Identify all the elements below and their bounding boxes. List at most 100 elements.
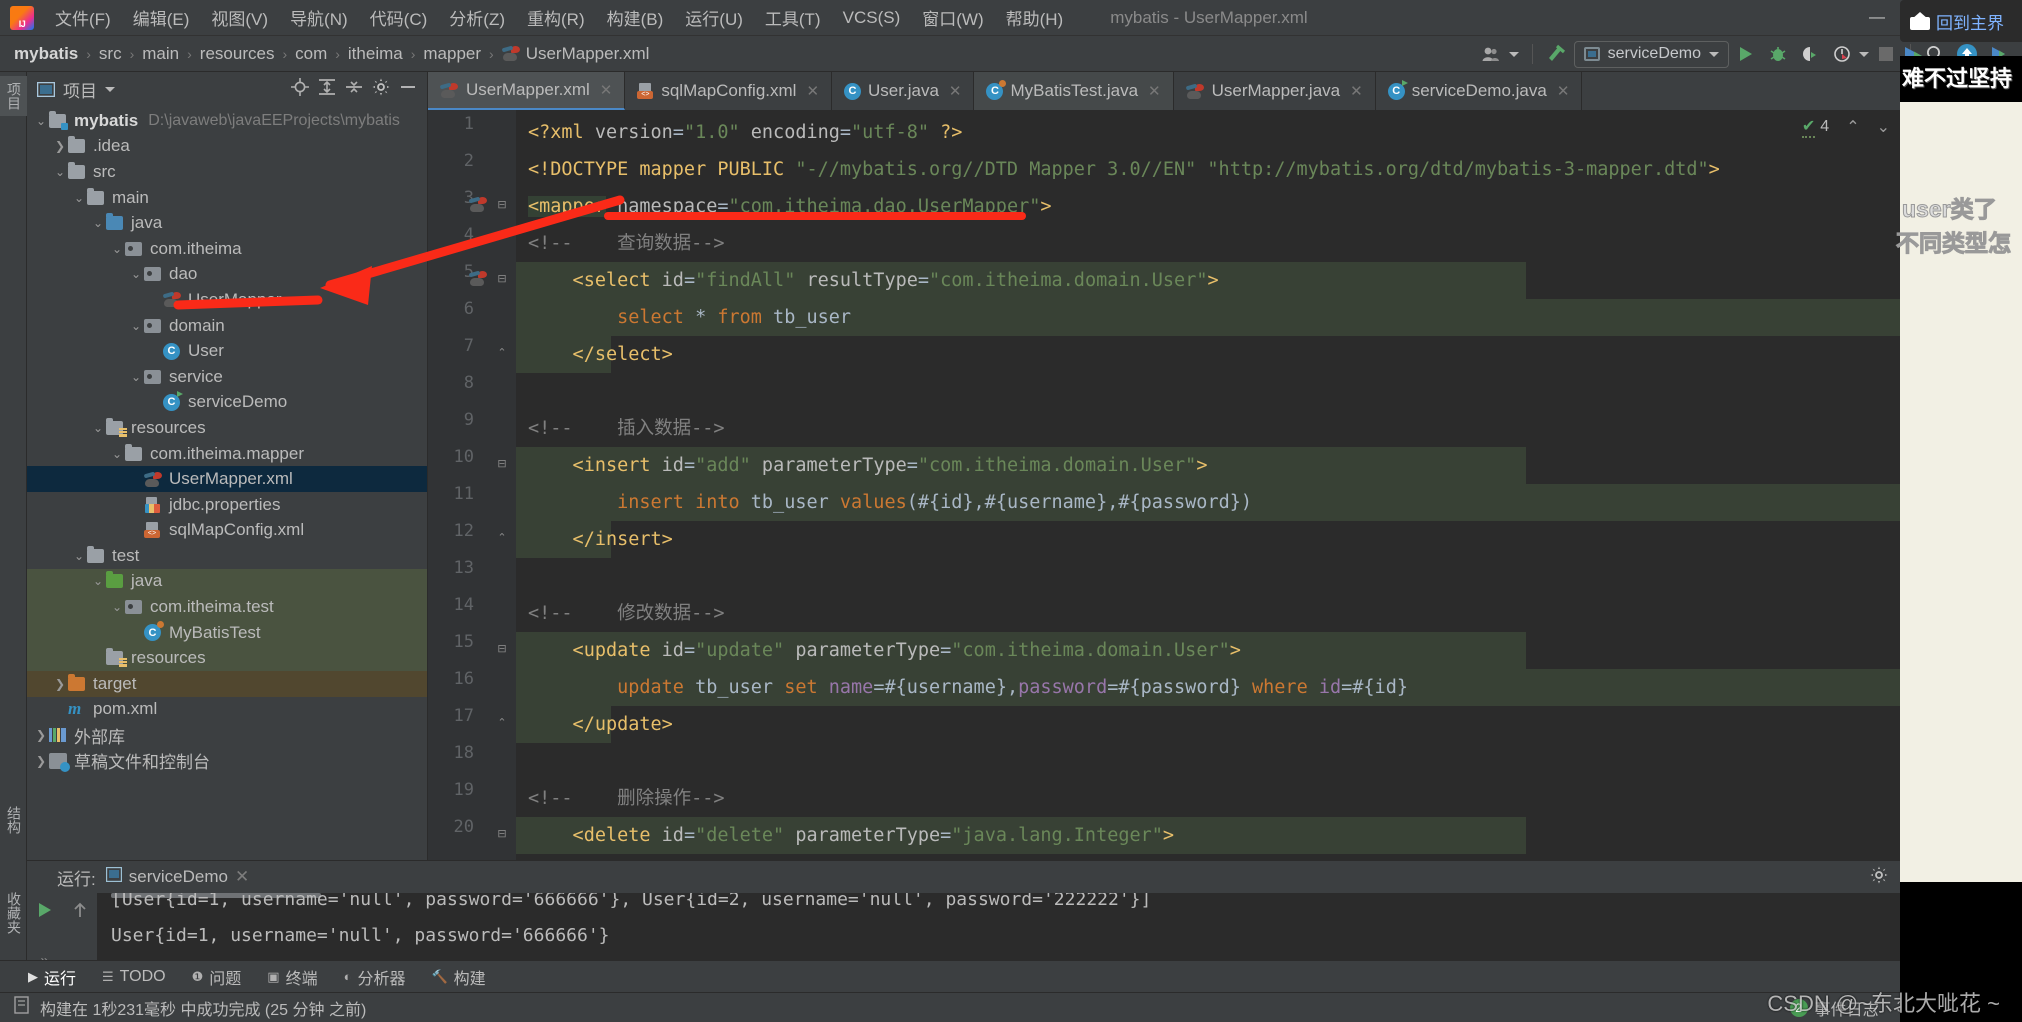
menu-item-10[interactable]: VCS(S) — [832, 4, 912, 32]
editor-tab-close-icon[interactable]: ✕ — [1148, 82, 1161, 100]
breadcrumb-item-6[interactable]: mapper — [423, 44, 481, 64]
chevron-down-icon[interactable]: ⌄ — [109, 600, 125, 614]
mybatis-gutter-bird-icon[interactable] — [468, 196, 487, 213]
tree-node-17[interactable]: ⌄ test — [27, 543, 427, 569]
tool-tab-project[interactable]: 项目 — [0, 76, 28, 116]
tree-node-7[interactable]: UserMapper — [27, 287, 427, 313]
tree-node-9[interactable]: C User — [27, 338, 427, 364]
menu-item-9[interactable]: 工具(T) — [754, 1, 832, 34]
settings-icon[interactable] — [372, 78, 390, 101]
editor-tab-close-icon[interactable]: ✕ — [806, 82, 819, 100]
tree-node-1[interactable]: ❯ .idea — [27, 134, 427, 160]
menu-item-5[interactable]: 分析(Z) — [438, 1, 516, 34]
editor-gutter[interactable]: 1 2 3 ⊟ 4 5 ⊟ 6 7 ⌃ 8 9 10 ⊟ 11 12 ⌃ 13 14 15 ⊟ 16 17 ⌃ 18 19 20 ⊟ — [428, 110, 516, 932]
tree-node-22[interactable]: ❯ target — [27, 671, 427, 697]
code-line-17[interactable]: </update> — [528, 706, 673, 743]
menu-item-12[interactable]: 帮助(H) — [995, 1, 1075, 34]
code-line-12[interactable]: </insert> — [528, 521, 673, 558]
tree-node-21[interactable]: resources — [27, 645, 427, 672]
code-line-15[interactable]: <update id="update" parameterType="com.i… — [528, 632, 1241, 669]
run-tab-servicedemo[interactable]: serviceDemo ✕ — [105, 866, 249, 887]
tool-tab-structure[interactable]: 结构 — [0, 800, 28, 840]
editor-tab-close-icon[interactable]: ✕ — [600, 81, 613, 99]
menu-item-11[interactable]: 窗口(W) — [911, 1, 994, 34]
editor-tab-1[interactable]: <> sqlMapConfig.xml ✕ — [625, 72, 833, 110]
chevron-right-icon[interactable]: ❯ — [33, 754, 49, 768]
code-fold-toggle[interactable]: ⊟ — [496, 272, 508, 285]
chevron-down-icon[interactable]: ⌄ — [71, 191, 87, 205]
chevron-right-icon[interactable]: ❯ — [33, 728, 49, 742]
editor-scroll-area[interactable]: 1 2 3 ⊟ 4 5 ⊟ 6 7 ⌃ 8 9 10 ⊟ 11 12 ⌃ 13 14 15 ⊟ 16 17 ⌃ 18 19 20 ⊟ … — [428, 110, 1900, 932]
hide-icon[interactable] — [399, 78, 417, 101]
tree-node-24[interactable]: ❯ 外部库 — [27, 722, 427, 748]
code-line-11[interactable]: insert into tb_user values(#{id},#{usern… — [528, 484, 1252, 521]
chevron-down-icon[interactable]: ⌄ — [90, 216, 106, 230]
profile-icon[interactable] — [1827, 39, 1857, 69]
chevron-down-icon[interactable]: ⌄ — [109, 242, 125, 256]
tree-node-11[interactable]: CserviceDemo — [27, 390, 427, 416]
code-fold-toggle[interactable]: ⌃ — [496, 716, 508, 729]
chevron-down-icon[interactable]: ⌄ — [33, 114, 49, 128]
tree-node-18[interactable]: ⌄ java — [27, 568, 427, 595]
chevron-right-icon[interactable]: ❯ — [52, 139, 68, 153]
breadcrumb-item-7[interactable]: UserMapper.xml — [501, 44, 649, 64]
code-line-19[interactable]: <!-- 删除操作--> — [528, 780, 725, 817]
code-line-2[interactable]: <!DOCTYPE mapper PUBLIC "-//mybatis.org/… — [528, 151, 1720, 188]
breadcrumb-item-1[interactable]: src — [99, 44, 122, 64]
tree-node-14[interactable]: UserMapper.xml — [27, 466, 427, 492]
run-console[interactable]: [User{id=1, username='null', password='6… — [97, 893, 1934, 960]
tree-node-23[interactable]: m pom.xml — [27, 697, 427, 723]
editor-tab-0[interactable]: UserMapper.xml ✕ — [428, 72, 626, 110]
code-fold-toggle[interactable]: ⊟ — [496, 457, 508, 470]
tree-node-12[interactable]: ⌄ resources — [27, 415, 427, 441]
breadcrumb-item-2[interactable]: main — [142, 44, 179, 64]
chevron-right-icon[interactable]: ❯ — [52, 677, 68, 691]
code-fold-toggle[interactable]: ⊟ — [496, 642, 508, 655]
overlay-home-button[interactable]: 回到主界 — [1900, 0, 2022, 42]
tree-node-13[interactable]: ⌄ com.itheima.mapper — [27, 441, 427, 467]
scroll-up-icon[interactable] — [72, 901, 88, 924]
menu-item-2[interactable]: 视图(V) — [200, 1, 279, 34]
mybatis-gutter-bird-icon[interactable] — [468, 270, 487, 287]
menu-item-4[interactable]: 代码(C) — [359, 1, 439, 34]
editor-code[interactable]: <?xml version="1.0" encoding="utf-8" ?> <… — [516, 110, 1900, 932]
editor-tab-4[interactable]: UserMapper.java ✕ — [1174, 72, 1376, 110]
bottom-tab-3[interactable]: ▣ 终端 — [267, 965, 317, 989]
breadcrumb-item-4[interactable]: com — [295, 44, 327, 64]
tree-node-4[interactable]: ⌄ java — [27, 210, 427, 236]
inspection-status[interactable]: ✔ 4 ⌃ ⌄ — [1801, 116, 1890, 138]
tree-node-15[interactable]: jdbc.properties — [27, 492, 427, 518]
tree-node-3[interactable]: ⌄ main — [27, 185, 427, 211]
code-line-3[interactable]: <mapper namespace="com.itheima.dao.UserM… — [528, 188, 1052, 225]
code-line-20[interactable]: <delete id="delete" parameterType="java.… — [528, 817, 1175, 854]
tree-node-19[interactable]: ⌄ com.itheima.test — [27, 594, 427, 620]
tree-node-25[interactable]: ❯ 草稿文件和控制台 — [27, 748, 427, 774]
editor-tab-close-icon[interactable]: ✕ — [949, 82, 962, 100]
code-fold-toggle[interactable]: ⊟ — [496, 198, 508, 211]
editor-tab-bar[interactable]: UserMapper.xml ✕ <> sqlMapConfig.xml ✕ C User.… — [428, 72, 1934, 110]
code-fold-toggle[interactable]: ⌃ — [496, 346, 508, 359]
tree-node-16[interactable]: <> sqlMapConfig.xml — [27, 518, 427, 544]
code-fold-toggle[interactable]: ⌃ — [496, 531, 508, 544]
run-tab-close-icon[interactable]: ✕ — [235, 867, 249, 887]
tree-node-10[interactable]: ⌄ service — [27, 364, 427, 390]
chevron-down-icon[interactable]: ⌄ — [90, 421, 106, 435]
tree-node-20[interactable]: C MyBatisTest — [27, 619, 427, 646]
expand-all-icon[interactable] — [318, 78, 336, 101]
code-line-1[interactable]: <?xml version="1.0" encoding="utf-8" ?> — [528, 114, 962, 151]
collapse-all-icon[interactable] — [345, 78, 363, 101]
prev-problem-icon[interactable]: ⌃ — [1846, 117, 1859, 137]
code-line-4[interactable]: <!-- 查询数据--> — [528, 225, 725, 262]
menu-item-8[interactable]: 运行(U) — [674, 1, 754, 34]
menu-item-1[interactable]: 编辑(E) — [122, 1, 201, 34]
code-line-10[interactable]: <insert id="add" parameterType="com.ithe… — [528, 447, 1208, 484]
editor-tab-2[interactable]: C User.java ✕ — [832, 72, 975, 110]
tree-node-0[interactable]: ⌄ mybatis D:\javaweb\javaEEProjects\mybati… — [27, 108, 427, 134]
tree-node-6[interactable]: ⌄ dao — [27, 262, 427, 288]
menu-item-0[interactable]: 文件(F) — [44, 1, 122, 34]
chevron-down-icon[interactable]: ⌄ — [128, 267, 144, 281]
tree-node-8[interactable]: ⌄ domain — [27, 313, 427, 339]
menu-item-7[interactable]: 构建(B) — [596, 1, 675, 34]
editor-tab-close-icon[interactable]: ✕ — [1350, 82, 1363, 100]
debug-icon[interactable] — [1763, 39, 1793, 69]
